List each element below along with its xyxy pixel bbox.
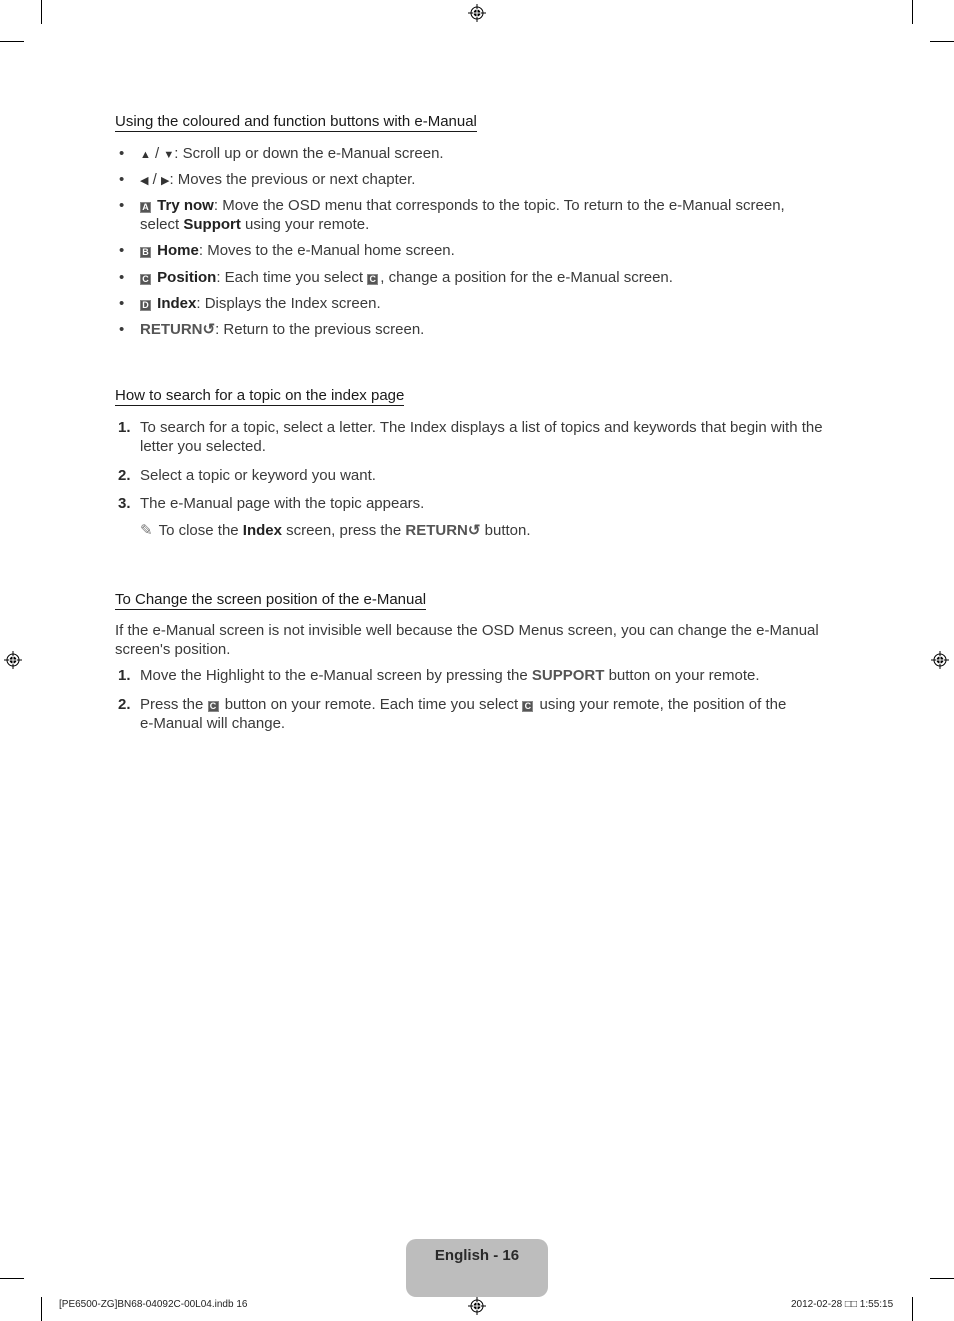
step-number: 3. xyxy=(118,495,131,512)
up-arrow-icon: ▲ xyxy=(140,149,151,161)
crop-mark xyxy=(930,1278,954,1279)
item-label: Home xyxy=(157,242,199,259)
step-number: 1. xyxy=(118,667,131,684)
note-pencil-icon: ✎ xyxy=(140,522,153,539)
key-c-icon: C xyxy=(367,274,379,285)
intro-paragraph: If the e-Manual screen is not invisible … xyxy=(115,622,819,658)
crop-mark xyxy=(0,1278,24,1279)
return-label: RETURN xyxy=(405,522,468,539)
item-text: : Move the OSD menu that corresponds to … xyxy=(213,197,785,214)
page-number-tab: English - 16 xyxy=(406,1239,548,1297)
key-c-icon: C xyxy=(140,274,151,285)
bullet: • xyxy=(119,145,125,162)
registration-mark-icon xyxy=(468,1297,486,1315)
bullet: • xyxy=(119,171,125,188)
crop-mark xyxy=(930,41,954,42)
crop-mark xyxy=(41,0,42,24)
step-number: 2. xyxy=(118,696,131,713)
registration-mark-icon xyxy=(931,651,949,669)
registration-mark-icon xyxy=(468,4,486,22)
key-b-icon: B xyxy=(140,247,151,258)
page-number: English - 16 xyxy=(434,1247,520,1264)
file-slug: [PE6500-ZG]BN68-04092C-00L04.indb 16 xyxy=(59,1299,248,1310)
section-title: To Change the screen position of the e-M… xyxy=(115,591,427,610)
item-text: : Displays the Index screen. xyxy=(196,295,381,312)
item-text: : Moves the previous or next chapter. xyxy=(169,171,416,188)
item-text: : Moves to the e-Manual home screen. xyxy=(198,242,455,259)
item-text: : Return to the previous screen. xyxy=(215,321,425,338)
registration-mark-icon xyxy=(4,651,22,669)
crop-mark xyxy=(41,1297,42,1321)
key-c-icon: C xyxy=(207,701,219,712)
key-a-icon: A xyxy=(140,202,151,213)
section-title: Using the coloured and function buttons … xyxy=(115,113,477,132)
item-text: : Scroll up or down the e-Manual screen. xyxy=(174,145,444,162)
item-label: Index xyxy=(157,295,197,312)
return-icon: ↺ xyxy=(202,321,216,338)
bullet: • xyxy=(119,197,125,214)
bullet: • xyxy=(119,321,125,338)
down-arrow-icon: ▼ xyxy=(163,149,175,161)
return-label: RETURN xyxy=(140,321,203,338)
crop-mark xyxy=(912,1297,913,1321)
bullet: • xyxy=(119,295,125,312)
crop-mark xyxy=(912,0,913,24)
section-title: How to search for a topic on the index p… xyxy=(115,387,405,406)
key-d-icon: D xyxy=(140,300,151,311)
step-number: 1. xyxy=(118,419,131,436)
return-icon: ↺ xyxy=(467,522,481,539)
bullet: • xyxy=(119,269,125,286)
crop-mark xyxy=(0,41,24,42)
key-c-icon: C xyxy=(522,701,534,712)
item-label: Position xyxy=(157,269,217,286)
item-label: Try now xyxy=(157,197,214,214)
timestamp-slug: 2012-02-28 □□ 1:55:15 xyxy=(791,1299,894,1310)
step-number: 2. xyxy=(118,467,131,484)
bullet: • xyxy=(119,242,125,259)
